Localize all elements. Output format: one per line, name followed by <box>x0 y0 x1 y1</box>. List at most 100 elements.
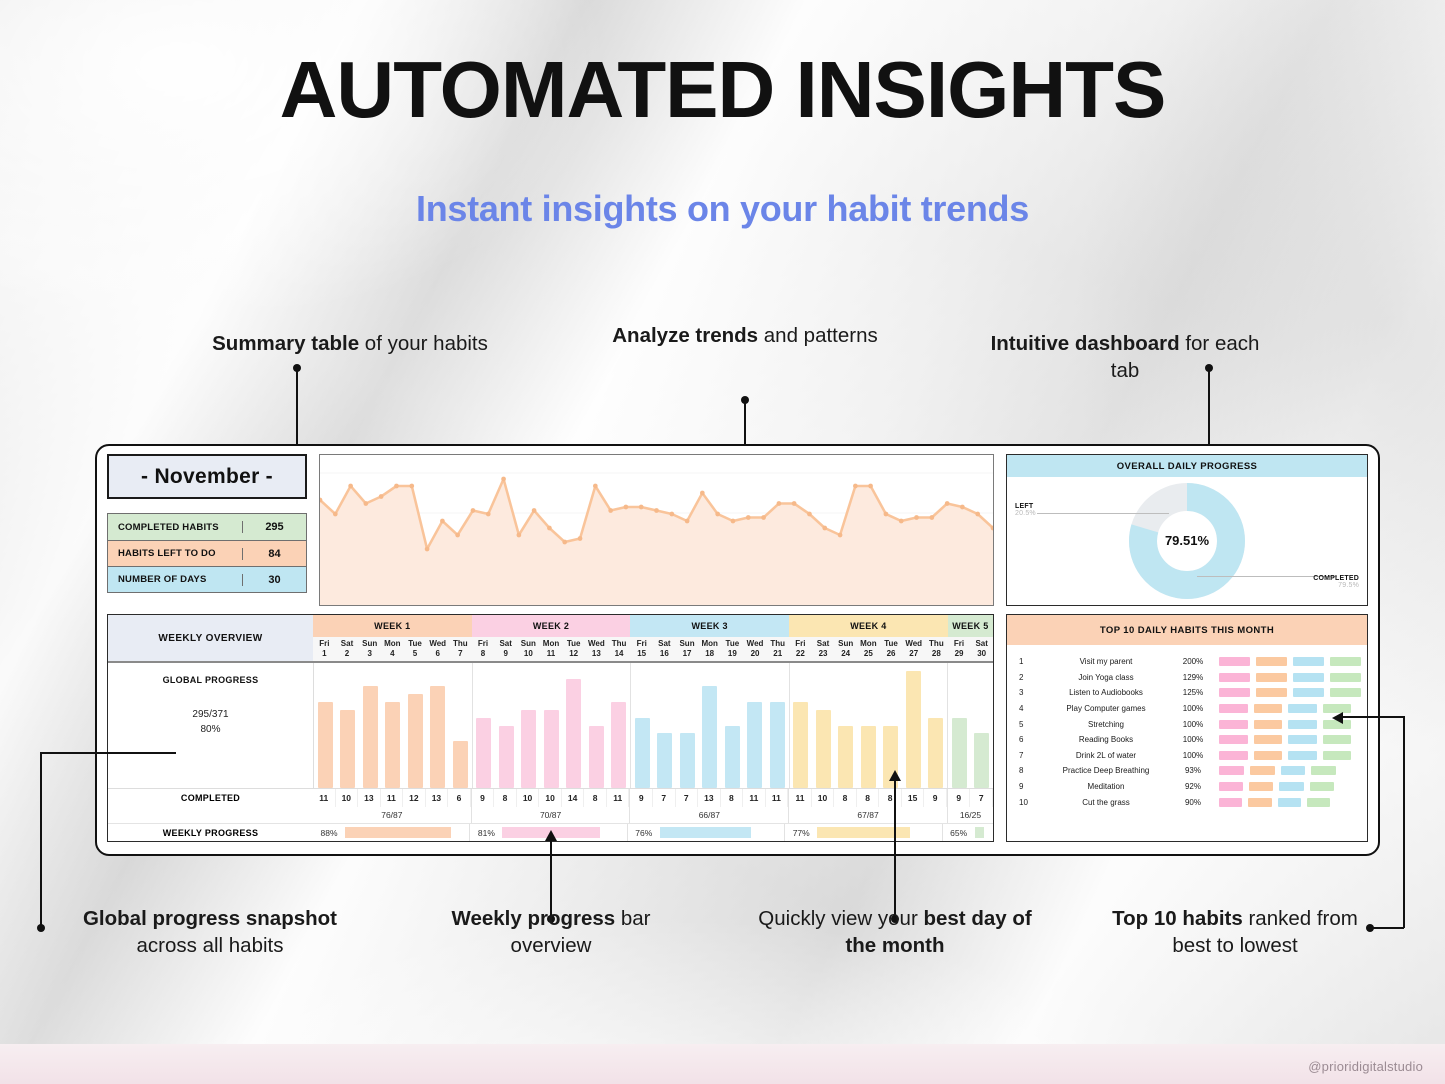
week-days: Fri 15 Sat 16 Sun 17 Mon 18 Tue 19 Wed 20 Thu 21 <box>630 637 790 661</box>
week-fraction: 70/87 <box>472 807 631 823</box>
annotation-best-day: Quickly view your best day of the month <box>750 905 1040 960</box>
bar-cell <box>744 663 767 788</box>
day-header: Sat 9 <box>499 639 512 658</box>
habit-percent: 125% <box>1182 688 1204 698</box>
habit-chip <box>1219 688 1250 698</box>
watermark: @prioridigitalstudio <box>1308 1059 1423 1074</box>
table-row: HABITS LEFT TO DO 84 <box>108 540 306 566</box>
week-value-group: 11 10 13 11 12 13 6 <box>313 789 472 807</box>
day-header: Sat 30 <box>975 639 988 658</box>
day-bar <box>838 725 854 788</box>
completed-value: 9 <box>472 789 495 807</box>
habit-chips <box>1213 688 1361 698</box>
day-header: Sat 16 <box>658 639 671 658</box>
day-bar <box>317 702 333 788</box>
habit-rank: 5 <box>1019 719 1024 729</box>
habit-chip <box>1330 688 1361 698</box>
habit-name: Cut the grass <box>1082 797 1130 807</box>
week-progress-track <box>345 827 466 838</box>
week-name: WEEK 2 <box>471 615 631 637</box>
stat-value: 84 <box>242 547 306 560</box>
habit-rank: 1 <box>1019 657 1024 667</box>
week-progress-track <box>659 827 781 838</box>
legend-right-value: 79.5% <box>1338 582 1359 589</box>
habit-chip <box>1219 797 1243 807</box>
week-progress-percent: 65% <box>950 827 968 838</box>
habit-chips <box>1213 750 1361 760</box>
weekly-overview-title: WEEKLY OVERVIEW <box>108 615 313 661</box>
day-bar <box>407 694 423 788</box>
week-value-group: 9 8 10 10 14 8 11 <box>472 789 631 807</box>
habit-chips <box>1213 766 1361 776</box>
week-headers: WEEK 1 Fri 1 Sat 2 Sun 3 Mon 4 Tue 5 Wed 6 Thu 7 WEEK 2… <box>313 615 994 661</box>
day-header: Fri 1 <box>319 639 330 658</box>
bottom-color-band <box>0 1044 1445 1084</box>
annotation-global-progress-rest: across all habits <box>136 934 284 958</box>
bar-cell <box>631 663 654 788</box>
day-header: Fri 22 <box>795 639 806 658</box>
completed-value: 8 <box>857 789 880 807</box>
week-column: WEEK 2 Fri 8 Sat 9 Sun 10 Mon 11 Tue 12 Wed 13 Thu 14 <box>471 615 631 661</box>
habit-name: Reading Books <box>1078 735 1134 745</box>
day-bar <box>362 686 378 788</box>
bar-cell <box>404 663 427 788</box>
completed-value: 11 <box>766 789 789 807</box>
annotation-arrow-left <box>1332 712 1343 724</box>
habit-percent: 92% <box>1184 782 1201 792</box>
completed-value: 8 <box>879 789 902 807</box>
table-row: NUMBER OF DAYS 30 <box>108 566 306 592</box>
annotation-analyze-trends: Analyze trends and patterns <box>595 322 895 349</box>
week-name: WEEK 4 <box>789 615 948 637</box>
habit-chip <box>1322 750 1352 760</box>
day-bar <box>679 733 695 788</box>
completed-row: COMPLETED 11 10 13 11 12 13 6 9 8 10 10 14 8 11 9 7 7 13 8… <box>108 788 993 807</box>
week-days: Fri 1 Sat 2 Sun 3 Mon 4 Tue 5 Wed 6 Thu 7 <box>313 637 472 661</box>
bar-cell <box>585 663 608 788</box>
completed-row-label: COMPLETED <box>180 793 241 803</box>
week-name: WEEK 1 <box>313 615 472 637</box>
annotation-weekly-progress-bold: Weekly progress <box>451 907 616 930</box>
day-header: Sun 3 <box>362 639 378 658</box>
table-row: 6 Reading Books 100% <box>1013 732 1361 748</box>
month-selector[interactable]: - November - <box>107 454 307 499</box>
habit-chip <box>1322 735 1352 745</box>
week-days: Fri 29 Sat 30 <box>947 637 994 661</box>
day-bar <box>476 717 492 788</box>
week-progress-track <box>817 827 938 838</box>
habit-chips <box>1213 735 1361 745</box>
weekly-header-row: WEEKLY OVERVIEW WEEK 1 Fri 1 Sat 2 Sun 3 Mon 4 Tu… <box>108 615 994 663</box>
annotation-line <box>1343 716 1405 718</box>
habit-name: Practice Deep Breathing <box>1062 766 1150 776</box>
weekly-overview-panel: WEEKLY OVERVIEW WEEK 1 Fri 1 Sat 2 Sun 3 Mon 4 Tu… <box>107 614 994 842</box>
habit-rank: 10 <box>1019 797 1028 807</box>
week-progress: 77% <box>785 824 943 841</box>
habit-chip <box>1311 766 1337 776</box>
day-header: Mon 11 <box>542 639 560 658</box>
annotation-global-progress: Global progress snapshot across all habi… <box>55 905 365 960</box>
day-bar <box>747 702 763 788</box>
completed-value: 7 <box>653 789 676 807</box>
leader-line <box>1037 513 1169 514</box>
completed-value: 7 <box>676 789 699 807</box>
day-bar <box>430 686 446 788</box>
habit-chips <box>1213 797 1361 807</box>
week-fraction: 67/87 <box>789 807 948 823</box>
stat-label: COMPLETED HABITS <box>118 521 219 533</box>
stat-label: HABITS LEFT TO DO <box>118 548 216 559</box>
week-value-group: 97 <box>948 789 993 807</box>
week-progress-percent: 81% <box>477 827 495 838</box>
annotation-intuitive-dashboard: Intuitive dashboard for each tab <box>975 330 1275 385</box>
habit-chip <box>1306 797 1330 807</box>
habit-percent: 200% <box>1182 657 1204 667</box>
habit-name: Drink 2L of water <box>1075 750 1137 760</box>
bar-cell <box>359 663 382 788</box>
completed-value: 7 <box>970 789 993 807</box>
legend-left: LEFT 20.5% <box>1015 503 1036 517</box>
week-progress-fill <box>345 827 451 838</box>
week-column: WEEK 4 Fri 22 Sat 23 Sun 24 Mon 25 Tue 26 Wed 27 Thu 2… <box>789 615 948 661</box>
annotation-summary-table-rest: of your habits <box>359 332 488 355</box>
habit-chip <box>1330 657 1361 667</box>
bar-cell <box>812 663 835 788</box>
habit-percent: 129% <box>1182 672 1204 682</box>
weekly-fraction-row: 76/87 70/87 66/87 67/87 16/25 <box>108 807 993 823</box>
